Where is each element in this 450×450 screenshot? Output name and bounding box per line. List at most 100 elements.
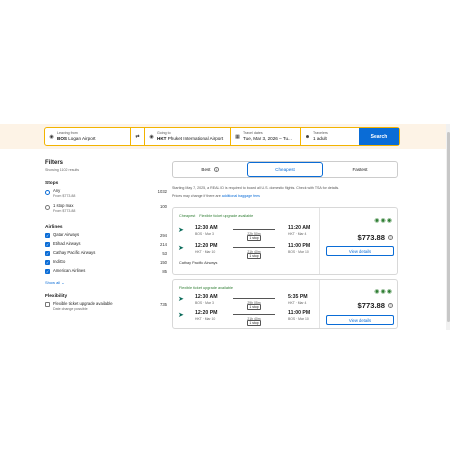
sort-tabs: Best i Cheapest Fastest bbox=[172, 161, 398, 178]
info-icon[interactable]: ? bbox=[388, 235, 393, 240]
departure-airport: BOS · Mar 3 bbox=[195, 232, 214, 236]
result-tags: Flexible ticket upgrade available bbox=[179, 286, 233, 290]
show-all-airlines-link[interactable]: Show all ⌄ bbox=[45, 280, 167, 285]
arrival-time: 11:20 AM bbox=[288, 225, 311, 231]
flight-results-page: ◉ Leaving from BOS Logan Airport ⇄ ◉ Goi… bbox=[0, 0, 450, 450]
results-count: Showing 1102 results bbox=[45, 168, 80, 172]
person-icon: ☻ bbox=[304, 133, 311, 140]
flexible-ticket-filter[interactable]: Flexible ticket upgrade available Date ch… bbox=[45, 301, 167, 314]
stops-option-price: From $773.88 bbox=[53, 208, 76, 213]
stops-option-count: 1032 bbox=[157, 189, 167, 194]
airline-logo-icon: ➤ bbox=[178, 227, 184, 234]
view-details-button[interactable]: View details bbox=[326, 246, 394, 256]
leaving-from-field[interactable]: ◉ Leaving from BOS Logan Airport bbox=[45, 128, 131, 145]
airline-label: IndiGo bbox=[53, 259, 66, 264]
return-leg: ➤ 12:20 PM HKT · Mar 10 1 stop 21h 40m 11:… bbox=[178, 243, 318, 260]
checkbox[interactable]: ✓ bbox=[45, 242, 50, 248]
departure-airport: HKT · Mar 10 bbox=[195, 317, 216, 321]
view-details-button[interactable]: View details bbox=[326, 315, 394, 325]
airline-filter-qatar[interactable]: ✓ Qatar Airways 294 bbox=[45, 232, 167, 239]
tab-cheapest[interactable]: Cheapest bbox=[247, 162, 323, 177]
airline-label: Qatar Airways bbox=[53, 232, 80, 237]
show-all-label: Show all bbox=[45, 280, 61, 285]
filters-title: Filters bbox=[45, 160, 64, 166]
stops-heading: Stops bbox=[45, 181, 59, 186]
chevron-down-icon: ⌄ bbox=[61, 280, 65, 285]
stops-option-price: From $773.88 bbox=[53, 193, 76, 198]
stops-option-any[interactable]: Any From $773.88 1032 bbox=[45, 188, 167, 201]
result-tags: Cheapest Flexible ticket upgrade availabl… bbox=[179, 214, 253, 218]
going-to-field[interactable]: ◉ Going to HKT Phuket International Airp… bbox=[145, 128, 231, 145]
stops-label: 1 stop bbox=[246, 320, 262, 327]
departure-time: 12:30 AM bbox=[195, 294, 218, 300]
arrival-time: 5:35 PM bbox=[288, 294, 308, 300]
checkbox[interactable]: ✓ bbox=[45, 251, 50, 257]
airline-filter-etihad[interactable]: ✓ Etihad Airways 214 bbox=[45, 241, 167, 248]
airline-logo-icon: ➤ bbox=[178, 245, 184, 252]
flight-result-card[interactable]: Cheapest Flexible ticket upgrade availabl… bbox=[172, 207, 398, 275]
arrival-time: 11:00 PM bbox=[288, 243, 311, 249]
departure-time: 12:20 PM bbox=[195, 243, 218, 249]
flexible-badge: Flexible ticket upgrade available bbox=[199, 214, 254, 218]
origin-code: BOS bbox=[57, 135, 67, 141]
price: $773.88 bbox=[357, 301, 385, 310]
baggage-icons: ◉◉◉ bbox=[374, 289, 393, 295]
radio-button[interactable] bbox=[45, 204, 50, 210]
outbound-leg: ➤ 12:30 AM BOS · Mar 3 1 stop 22h 50m 11:2… bbox=[178, 225, 318, 242]
search-button[interactable]: Search bbox=[359, 128, 399, 145]
airline-label: Cathay Pacific Airways bbox=[53, 250, 96, 255]
checkbox[interactable]: ✓ bbox=[45, 260, 50, 266]
notice: Starting May 7, 2025, a REAL ID is requi… bbox=[172, 186, 398, 199]
origin-name: Logan Airport bbox=[68, 135, 96, 141]
departure-time: 12:30 AM bbox=[195, 225, 218, 231]
destination-code: HKT bbox=[157, 135, 167, 141]
travelers-value: 1 adult bbox=[313, 135, 327, 141]
flight-result-card[interactable]: Flexible ticket upgrade available ➤ 12:3… bbox=[172, 279, 398, 329]
arrival-airport: BOS · Mar 10 bbox=[288, 250, 309, 254]
stops-option-1-stop[interactable]: 1 stop max From $773.88 100 bbox=[45, 203, 167, 216]
airline-count: 214 bbox=[160, 242, 167, 247]
swap-icon[interactable]: ⇄ bbox=[131, 128, 145, 145]
departure-time: 12:20 PM bbox=[195, 310, 218, 316]
baggage-notice: Prices may change if there are bbox=[172, 194, 221, 199]
scrollbar-thumb[interactable] bbox=[446, 132, 450, 322]
location-pin-icon: ◉ bbox=[149, 133, 154, 140]
airlines-heading: Airlines bbox=[45, 225, 63, 230]
airline-logo-icon: ➤ bbox=[178, 312, 184, 319]
flexibility-heading: Flexibility bbox=[45, 294, 68, 299]
flexible-badge: Flexible ticket upgrade available bbox=[179, 286, 234, 290]
stops-label: 1 stop bbox=[246, 235, 262, 242]
cheapest-badge: Cheapest bbox=[179, 214, 196, 218]
flex-sub: Date change possible bbox=[53, 306, 88, 311]
airline-filter-indigo[interactable]: ✓ IndiGo 150 bbox=[45, 259, 167, 266]
price: $773.88 bbox=[357, 233, 385, 242]
airline-filter-american[interactable]: ✓ American Airlines 85 bbox=[45, 268, 167, 275]
stops-label: 1 stop bbox=[246, 253, 262, 260]
baggage-fees-link[interactable]: additional baggage fees bbox=[222, 194, 260, 198]
travel-dates-value: Tue, Mar 3, 2026 – Tu... bbox=[243, 135, 292, 141]
stops-option-count: 100 bbox=[160, 204, 167, 209]
arrival-airport: BOS · Mar 10 bbox=[288, 317, 309, 321]
tab-best[interactable]: Best i bbox=[173, 162, 247, 177]
location-pin-icon: ◉ bbox=[49, 133, 54, 140]
search-form: ◉ Leaving from BOS Logan Airport ⇄ ◉ Goi… bbox=[44, 127, 400, 146]
travel-dates-field[interactable]: ▦ Travel dates Tue, Mar 3, 2026 – Tu... bbox=[231, 128, 301, 145]
info-icon[interactable]: i bbox=[213, 167, 219, 172]
checkbox[interactable]: ✓ bbox=[45, 269, 50, 275]
airline-count: 85 bbox=[162, 269, 167, 274]
checkbox[interactable]: ✓ bbox=[45, 233, 50, 239]
stops-option-label: 1 stop max bbox=[53, 203, 74, 208]
airline-filter-cathay[interactable]: ✓ Cathay Pacific Airways 53 bbox=[45, 250, 167, 257]
airline-name: Cathay Pacific Airways bbox=[179, 261, 218, 265]
travelers-field[interactable]: ☻ Travelers 1 adult bbox=[301, 128, 359, 145]
calendar-icon: ▦ bbox=[235, 133, 240, 140]
radio-button[interactable] bbox=[45, 189, 50, 195]
tab-cheapest-label: Cheapest bbox=[275, 167, 295, 172]
airline-logo-icon: ➤ bbox=[178, 296, 184, 303]
return-leg: ➤ 12:20 PM HKT · Mar 10 1 stop 21h 40m 11:… bbox=[178, 310, 318, 327]
info-icon[interactable]: ? bbox=[388, 303, 393, 308]
outbound-leg: ➤ 12:30 AM BOS · Mar 3 1 stop 29h 05m 5:35… bbox=[178, 294, 318, 311]
airline-count: 150 bbox=[160, 260, 167, 265]
checkbox[interactable] bbox=[45, 302, 50, 308]
tab-fastest[interactable]: Fastest bbox=[323, 162, 397, 177]
